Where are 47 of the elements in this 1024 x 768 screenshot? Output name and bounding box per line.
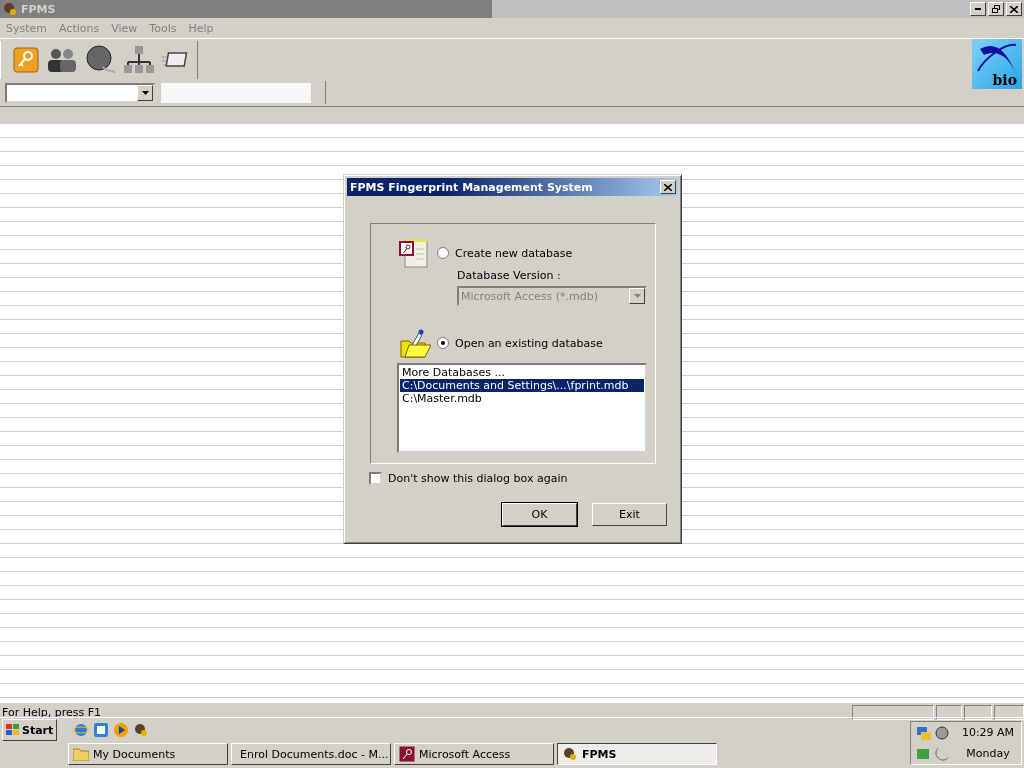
radio-button[interactable] [437, 247, 449, 259]
desktop-icon[interactable] [93, 722, 110, 738]
radio-label: Open an existing database [455, 336, 603, 350]
minimize-icon [975, 8, 981, 10]
taskbar-button[interactable]: Enrol Documents.doc - M... [231, 743, 391, 765]
app-icon[interactable] [133, 722, 150, 738]
logo-text: bio [992, 72, 1017, 88]
users-icon[interactable] [45, 47, 79, 73]
close-button[interactable] [660, 180, 676, 194]
browser-icon[interactable] [73, 722, 90, 738]
status-text: For Help, press F1 [2, 706, 103, 719]
key-icon [399, 746, 415, 762]
app-icon [562, 746, 578, 762]
radio-button[interactable] [437, 337, 449, 349]
taskbar-button[interactable]: Microsoft Access [394, 743, 554, 765]
dropdown-arrow-icon [141, 90, 149, 95]
network-icon[interactable] [123, 45, 155, 75]
taskbar-button[interactable]: FPMS [557, 743, 717, 765]
database-icon [399, 237, 431, 269]
window-title: FPMS [21, 2, 56, 16]
taskbar-button[interactable]: My Documents [68, 743, 228, 765]
checkbox[interactable] [369, 472, 382, 485]
dropdown[interactable] [5, 82, 155, 103]
dialog-title: FPMS Fingerprint Management System [350, 180, 593, 194]
open-folder-icon [399, 327, 431, 359]
radio-label: Create new database [455, 246, 573, 260]
start-button[interactable]: Start [2, 719, 58, 741]
clock-time: 10:29 AM [961, 726, 1015, 739]
list-item[interactable]: C:\Documents and Settings\...\fprint.mdb [400, 379, 644, 392]
globe-icon[interactable] [85, 45, 117, 75]
restore-icon [992, 5, 1000, 13]
folder-icon [73, 747, 89, 761]
text-field[interactable] [161, 82, 311, 103]
close-icon [1010, 5, 1018, 13]
dialog-button[interactable]: Exit [592, 503, 667, 526]
version-label: Database Version : [457, 269, 561, 282]
list-item[interactable]: More Databases ... [400, 366, 644, 379]
checkbox-label: Don't show this dialog box again [388, 472, 568, 485]
dialog-button[interactable]: OK [502, 503, 577, 526]
window-icon[interactable] [161, 50, 189, 70]
key-icon[interactable] [13, 47, 39, 73]
list-item[interactable]: C:\Master.mdb [400, 392, 644, 405]
windows-logo-icon [6, 724, 20, 736]
clock-day: Monday [966, 747, 1010, 760]
media-player-icon[interactable] [113, 722, 130, 738]
app-icon [2, 1, 18, 17]
close-icon [664, 183, 672, 191]
